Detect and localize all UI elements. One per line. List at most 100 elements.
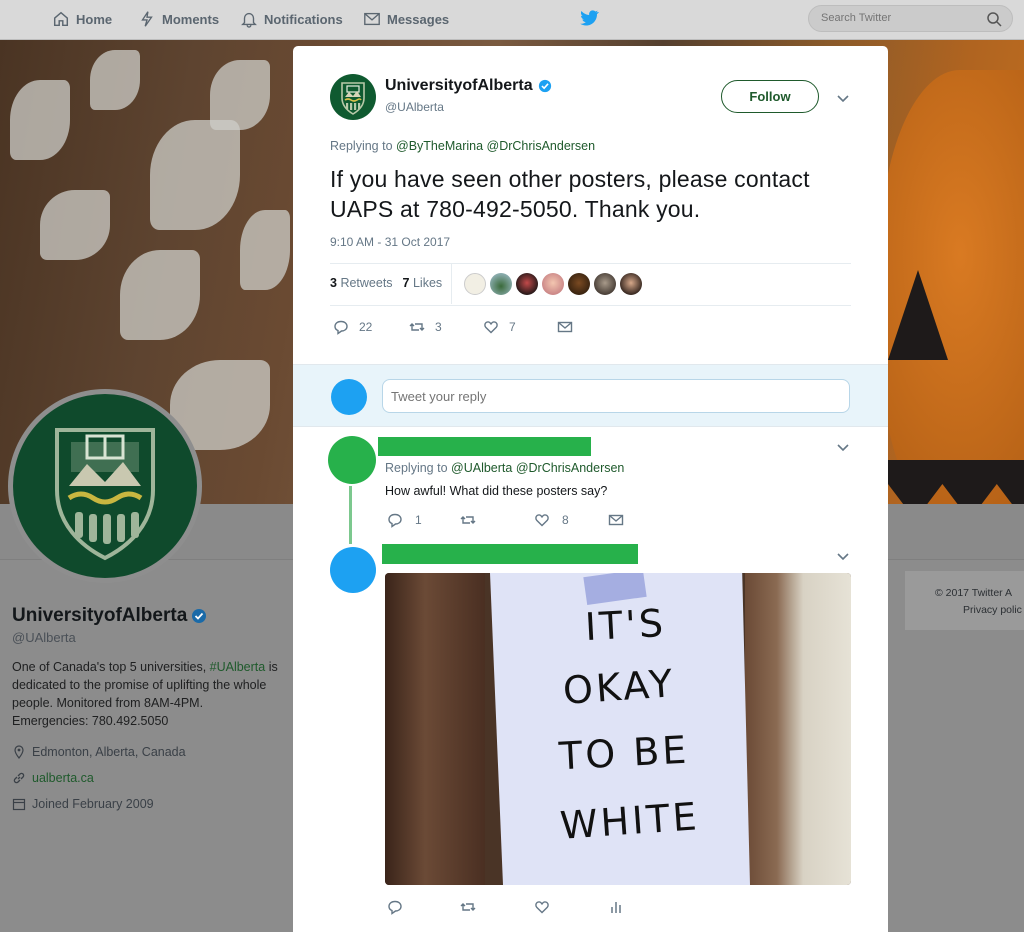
thread-connector <box>349 486 352 544</box>
profile-website-text[interactable]: ualberta.ca <box>32 771 94 785</box>
like-count: 7 <box>509 320 516 334</box>
reply-action[interactable]: 22 <box>333 319 409 335</box>
tweet-author-name[interactable]: UniversityofAlberta <box>385 77 552 95</box>
mention-link[interactable]: @DrChrisAndersen <box>516 461 625 475</box>
reply-text: How awful! What did these posters say? <box>385 484 608 498</box>
nav-moments[interactable]: Moments <box>138 0 219 38</box>
search-icon[interactable] <box>986 11 1002 27</box>
reply-actions <box>387 899 624 915</box>
bell-icon <box>241 12 257 28</box>
analytics-action[interactable] <box>608 899 624 915</box>
current-user-avatar <box>331 379 367 415</box>
nav-home[interactable]: Home <box>52 0 112 38</box>
retweet-action[interactable] <box>460 512 534 528</box>
tweet-author-avatar[interactable] <box>330 74 376 120</box>
home-icon <box>53 11 69 27</box>
footer-privacy-link[interactable]: Privacy polic <box>963 604 1022 616</box>
liker-avatar[interactable] <box>490 273 512 295</box>
top-navigation: Home Moments Notifications Messages <box>0 0 1024 40</box>
heart-icon <box>535 514 549 527</box>
search-box[interactable] <box>808 5 1013 32</box>
mention-link[interactable]: @UAlberta <box>451 461 512 475</box>
direct-message-action[interactable] <box>608 512 624 528</box>
profile-bio-hashtag[interactable]: #UAlberta <box>210 660 266 674</box>
redacted-username <box>382 544 638 564</box>
follow-button[interactable]: Follow <box>721 80 819 113</box>
calendar-icon <box>12 798 26 811</box>
reply-count: 1 <box>415 513 422 527</box>
divider <box>330 263 851 264</box>
likers-avatars <box>464 273 642 295</box>
stat-separator <box>451 264 452 304</box>
reply-count: 22 <box>359 320 373 334</box>
envelope-icon <box>364 12 380 26</box>
liker-avatar[interactable] <box>542 273 564 295</box>
likes-stat[interactable]: 7 Likes <box>403 276 443 290</box>
profile-website[interactable]: ualberta.ca <box>12 771 94 785</box>
verified-badge-icon <box>538 79 551 93</box>
chevron-down-icon[interactable] <box>836 549 850 563</box>
tweet-text: If you have seen other posters, please c… <box>330 166 810 222</box>
lightning-icon <box>141 11 153 27</box>
reply-avatar[interactable] <box>328 436 376 484</box>
reply-icon <box>388 513 402 528</box>
liker-avatar[interactable] <box>516 273 538 295</box>
profile-name-text: UniversityofAlberta <box>12 605 188 626</box>
profile-handle: @UAlberta <box>12 630 76 645</box>
liker-avatar[interactable] <box>568 273 590 295</box>
profile-joined: Joined February 2009 <box>12 797 154 811</box>
poster-text-line: TO BE <box>557 727 691 779</box>
like-action[interactable] <box>534 899 608 915</box>
heart-icon <box>484 321 498 334</box>
profile-avatar[interactable] <box>8 389 202 583</box>
verified-badge-icon <box>192 609 207 623</box>
mention-link[interactable]: @DrChrisAndersen <box>487 139 596 153</box>
nav-messages[interactable]: Messages <box>363 0 449 38</box>
likes-label: Likes <box>412 276 443 290</box>
like-action[interactable]: 7 <box>483 319 557 335</box>
profile-location-text: Edmonton, Alberta, Canada <box>32 745 186 759</box>
poster-text-line: OKAY <box>561 661 677 713</box>
liker-avatar[interactable] <box>620 273 642 295</box>
reply-image[interactable]: IT'S OKAY TO BE WHITE <box>385 573 851 885</box>
retweets-stat[interactable]: 3 Retweets <box>330 276 393 290</box>
like-action[interactable]: 8 <box>534 512 608 528</box>
poster-text-line: IT'S <box>583 600 668 650</box>
retweet-action[interactable] <box>460 899 534 915</box>
nav-notifications-label: Notifications <box>264 11 343 27</box>
direct-message-action[interactable] <box>557 319 573 335</box>
retweet-count: 3 <box>435 320 442 334</box>
tweet-actions: 22 3 7 <box>333 319 573 335</box>
profile-bio: One of Canada's top 5 universities, #UAl… <box>12 658 282 730</box>
retweet-action[interactable]: 3 <box>409 319 483 335</box>
reply-icon <box>388 900 402 915</box>
chevron-down-icon[interactable] <box>836 91 850 105</box>
retweet-icon <box>460 903 476 911</box>
tweet-stats: 3 Retweets 7 Likes <box>330 276 442 290</box>
heart-icon <box>535 901 549 914</box>
profile-name[interactable]: UniversityofAlberta <box>12 605 207 627</box>
bar-chart-icon <box>611 902 621 913</box>
reply-composer <box>293 364 888 427</box>
tweet-replying-to: Replying to @ByTheMarina @DrChrisAnderse… <box>330 139 595 153</box>
reply-input[interactable] <box>382 379 850 413</box>
footer-copyright[interactable]: © 2017 Twitter A <box>935 587 1012 599</box>
chevron-down-icon[interactable] <box>836 440 850 454</box>
tweet-timestamp[interactable]: 9:10 AM - 31 Oct 2017 <box>330 235 450 249</box>
envelope-icon <box>608 514 624 526</box>
profile-location: Edmonton, Alberta, Canada <box>12 745 186 759</box>
liker-avatar[interactable] <box>464 273 486 295</box>
reply-action[interactable] <box>387 899 460 915</box>
nav-messages-label: Messages <box>387 11 450 27</box>
retweets-label: Retweets <box>340 276 393 290</box>
twitter-bird-icon[interactable] <box>578 7 600 29</box>
redacted-username <box>378 437 591 456</box>
liker-avatar[interactable] <box>594 273 616 295</box>
like-count: 8 <box>562 513 569 527</box>
reply-action[interactable]: 1 <box>387 512 460 528</box>
search-input[interactable] <box>821 12 981 24</box>
mention-link[interactable]: @ByTheMarina <box>396 139 483 153</box>
reply-avatar[interactable] <box>330 547 376 593</box>
nav-notifications[interactable]: Notifications <box>240 0 343 38</box>
retweet-icon <box>409 323 425 331</box>
